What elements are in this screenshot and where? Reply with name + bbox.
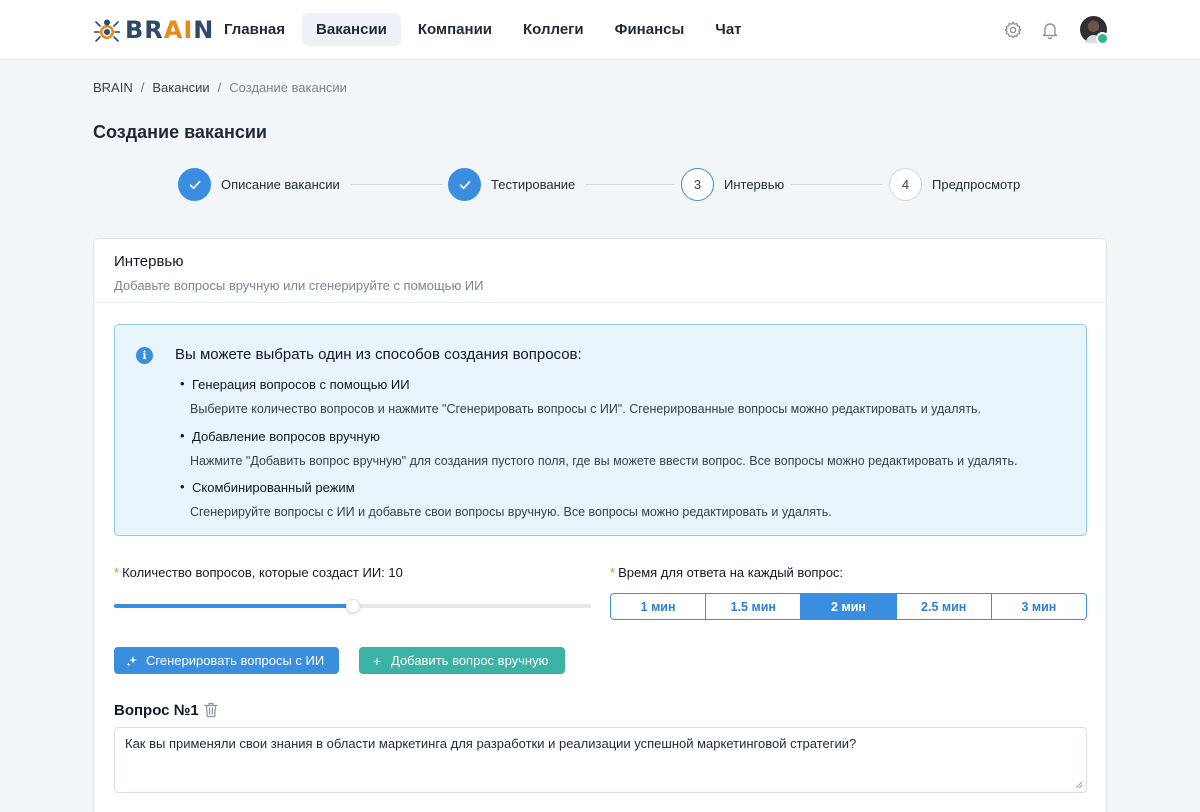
avatar-shirt bbox=[1086, 35, 1101, 43]
step-label: Тестирование bbox=[491, 177, 576, 192]
info-icon: i bbox=[136, 347, 153, 364]
button-label: Сгенерировать вопросы с ИИ bbox=[146, 653, 325, 668]
time-option-1[interactable]: 1 мин bbox=[611, 594, 707, 619]
step-label: Предпросмотр bbox=[932, 177, 1021, 192]
step-connector bbox=[585, 184, 675, 185]
interview-card: Интервью Добавьте вопросы вручную или сг… bbox=[93, 238, 1107, 812]
info-item-title: Скомбинированный режим bbox=[180, 479, 1071, 495]
nav-item-finance[interactable]: Финансы bbox=[601, 13, 699, 46]
required-mark: * bbox=[610, 565, 616, 580]
time-option-2[interactable]: 2 мин bbox=[801, 594, 897, 619]
generate-ai-questions-button[interactable]: Сгенерировать вопросы с ИИ bbox=[114, 647, 339, 674]
check-icon bbox=[178, 168, 211, 201]
nav-item-chat[interactable]: Чат bbox=[701, 13, 755, 46]
sparkle-icon bbox=[126, 655, 137, 666]
step-testing[interactable]: Тестирование bbox=[448, 168, 575, 201]
question-count-label: * Количество вопросов, которые создаст ИИ… bbox=[114, 565, 403, 580]
plus-icon: + bbox=[372, 652, 382, 669]
nav-item-companies[interactable]: Компании bbox=[404, 13, 506, 46]
info-item-desc: Выберите количество вопросов и нажмите "… bbox=[190, 402, 982, 416]
card-header: Интервью Добавьте вопросы вручную или сг… bbox=[94, 239, 1106, 303]
resize-handle-icon[interactable] bbox=[1075, 781, 1083, 789]
bug-logo-icon bbox=[93, 19, 121, 42]
breadcrumb-separator: / bbox=[140, 80, 145, 95]
slider-handle[interactable] bbox=[345, 599, 360, 613]
answer-time-label: * Время для ответа на каждый вопрос: bbox=[610, 565, 844, 580]
step-connector bbox=[791, 184, 883, 185]
breadcrumb-current: Создание вакансии bbox=[229, 80, 347, 95]
step-connector bbox=[351, 184, 443, 185]
info-alert: i Вы можете выбрать один из способов соз… bbox=[114, 324, 1087, 536]
gear-icon[interactable] bbox=[1003, 20, 1023, 40]
nav-item-colleagues[interactable]: Коллеги bbox=[509, 13, 598, 46]
stepper: Описание вакансии Тестирование 3 Интервь… bbox=[178, 168, 1028, 202]
breadcrumb-vacancies[interactable]: Вакансии bbox=[152, 80, 209, 95]
breadcrumb: BRAIN / Вакансии / Создание вакансии bbox=[93, 80, 347, 95]
info-title: Вы можете выбрать один из способов созда… bbox=[175, 346, 582, 363]
bell-icon[interactable] bbox=[1040, 20, 1060, 40]
check-icon bbox=[448, 168, 481, 201]
step-number: 3 bbox=[681, 168, 714, 201]
required-mark: * bbox=[114, 565, 120, 580]
info-item: Скомбинированный режим Сгенерируйте вопр… bbox=[180, 479, 1071, 519]
breadcrumb-home[interactable]: BRAIN bbox=[93, 80, 133, 95]
info-item-title: Генерация вопросов с помощью ИИ bbox=[180, 376, 1071, 392]
time-option-2-5[interactable]: 2.5 мин bbox=[896, 594, 992, 619]
card-subtitle: Добавьте вопросы вручную или сгенерируйт… bbox=[114, 278, 484, 293]
step-description[interactable]: Описание вакансии bbox=[178, 168, 340, 201]
top-navigation-bar: BRAIN Главная Вакансии Компании Коллеги … bbox=[0, 0, 1200, 60]
time-option-3[interactable]: 3 мин bbox=[991, 594, 1086, 619]
step-number: 4 bbox=[889, 168, 922, 201]
user-avatar[interactable] bbox=[1080, 16, 1109, 45]
add-question-manually-button[interactable]: + Добавить вопрос вручную bbox=[359, 647, 565, 674]
info-item: Добавление вопросов вручную Нажмите "Доб… bbox=[180, 428, 1071, 468]
logo-text: BRAIN bbox=[125, 16, 215, 44]
step-label: Описание вакансии bbox=[221, 177, 340, 192]
main-nav: Главная Вакансии Компании Коллеги Финанс… bbox=[210, 13, 759, 46]
question-count-slider[interactable] bbox=[114, 599, 591, 613]
brain-logo[interactable]: BRAIN bbox=[93, 14, 214, 46]
info-item-desc: Нажмите "Добавить вопрос вручную" для со… bbox=[190, 454, 1018, 468]
nav-item-home[interactable]: Главная bbox=[210, 13, 299, 46]
time-option-1-5[interactable]: 1.5 мин bbox=[706, 594, 802, 619]
step-label: Интервью bbox=[724, 177, 785, 192]
button-label: Добавить вопрос вручную bbox=[391, 653, 549, 668]
answer-time-selector: 1 мин 1.5 мин 2 мин 2.5 мин 3 мин bbox=[610, 593, 1087, 620]
breadcrumb-separator: / bbox=[217, 80, 222, 95]
slider-fill bbox=[114, 604, 353, 608]
trash-icon[interactable] bbox=[204, 702, 218, 718]
question-textarea[interactable]: Как вы применяли свои знания в области м… bbox=[114, 727, 1087, 793]
card-title: Интервью bbox=[114, 253, 184, 270]
step-interview[interactable]: 3 Интервью bbox=[681, 168, 784, 201]
question-title: Вопрос №1 bbox=[114, 702, 199, 719]
page-title: Создание вакансии bbox=[93, 122, 267, 142]
nav-item-vacancies[interactable]: Вакансии bbox=[302, 13, 401, 46]
info-item-title: Добавление вопросов вручную bbox=[180, 428, 1071, 444]
step-preview[interactable]: 4 Предпросмотр bbox=[889, 168, 1020, 201]
question-text: Как вы применяли свои знания в области м… bbox=[125, 736, 857, 751]
info-item-desc: Сгенерируйте вопросы с ИИ и добавьте сво… bbox=[190, 505, 832, 519]
info-item: Генерация вопросов с помощью ИИ Выберите… bbox=[180, 376, 1071, 416]
